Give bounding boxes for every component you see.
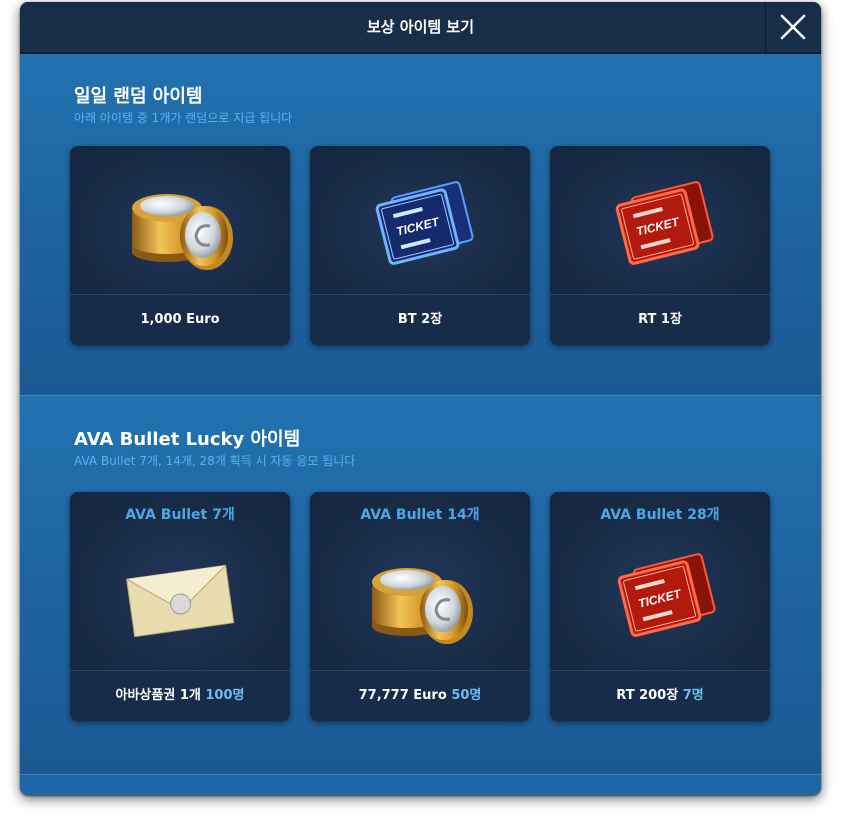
prize-label: 아바상품권 1개 [115, 688, 201, 703]
daily-section-subtitle: 아래 아이템 중 1개가 랜덤으로 지급 됩니다 [74, 111, 293, 125]
close-icon [780, 14, 806, 40]
winners-count: 100명 [205, 688, 245, 703]
item-art: TICKET [310, 146, 530, 294]
item-label: RT 200장 7명 [550, 670, 770, 721]
item-label: 77,777 Euro 50명 [310, 670, 530, 721]
lucky-section: AVA Bullet Lucky 아이템 AVA Bullet 7개, 14개,… [20, 395, 821, 774]
lucky-item-card-7[interactable]: AVA Bullet 7개 아바상품권 1개 100명 [70, 492, 290, 721]
red-ticket-icon: TICKET [615, 181, 714, 265]
daily-random-section: 일일 랜덤 아이템 아래 아이템 중 1개가 랜덤으로 지급 됩니다 1,000… [20, 54, 821, 394]
red-ticket-icon: TICKET [617, 553, 716, 637]
daily-item-card-euro[interactable]: 1,000 Euro [70, 146, 290, 345]
daily-item-card-rt[interactable]: TICKET RT 1장 [550, 146, 770, 345]
reward-items-modal: 보상 아이템 보기 일일 랜덤 아이템 아래 아이템 중 1개가 랜덤으로 지급… [20, 2, 821, 795]
lucky-section-subtitle: AVA Bullet 7개, 14개, 28개 획득 시 자동 응모 됩니다 [74, 454, 356, 468]
winners-count: 7명 [682, 688, 704, 703]
item-label: 아바상품권 1개 100명 [70, 670, 290, 721]
modal-title: 보상 아이템 보기 [366, 18, 475, 36]
prize-label: 77,777 Euro [358, 688, 447, 703]
envelope-icon [126, 564, 235, 638]
item-art: AVA Bullet 28개 TICKET [550, 492, 770, 670]
item-art: AVA Bullet 7개 [70, 492, 290, 670]
euro-coins-icon [372, 568, 473, 644]
item-art [70, 146, 290, 294]
winners-count: 50명 [451, 688, 482, 703]
blue-ticket-icon: TICKET [375, 181, 474, 265]
item-label: RT 1장 [550, 294, 770, 345]
modal-footer [20, 774, 821, 795]
euro-coins-icon [132, 194, 233, 270]
lucky-section-title: AVA Bullet Lucky 아이템 [74, 429, 301, 450]
modal-header: 보상 아이템 보기 [20, 2, 821, 54]
lucky-item-card-28[interactable]: AVA Bullet 28개 TICKET RT 200장 7명 [550, 492, 770, 721]
item-label: BT 2장 [310, 294, 530, 345]
item-label: 1,000 Euro [70, 294, 290, 345]
daily-section-title: 일일 랜덤 아이템 [74, 86, 203, 107]
prize-label: RT 200장 [616, 688, 679, 703]
item-art: AVA Bullet 14개 [310, 492, 530, 670]
item-art: TICKET [550, 146, 770, 294]
close-button[interactable] [765, 2, 821, 52]
lucky-item-card-14[interactable]: AVA Bullet 14개 77,777 Euro 50명 [310, 492, 530, 721]
daily-item-card-bt[interactable]: TICKET BT 2장 [310, 146, 530, 345]
